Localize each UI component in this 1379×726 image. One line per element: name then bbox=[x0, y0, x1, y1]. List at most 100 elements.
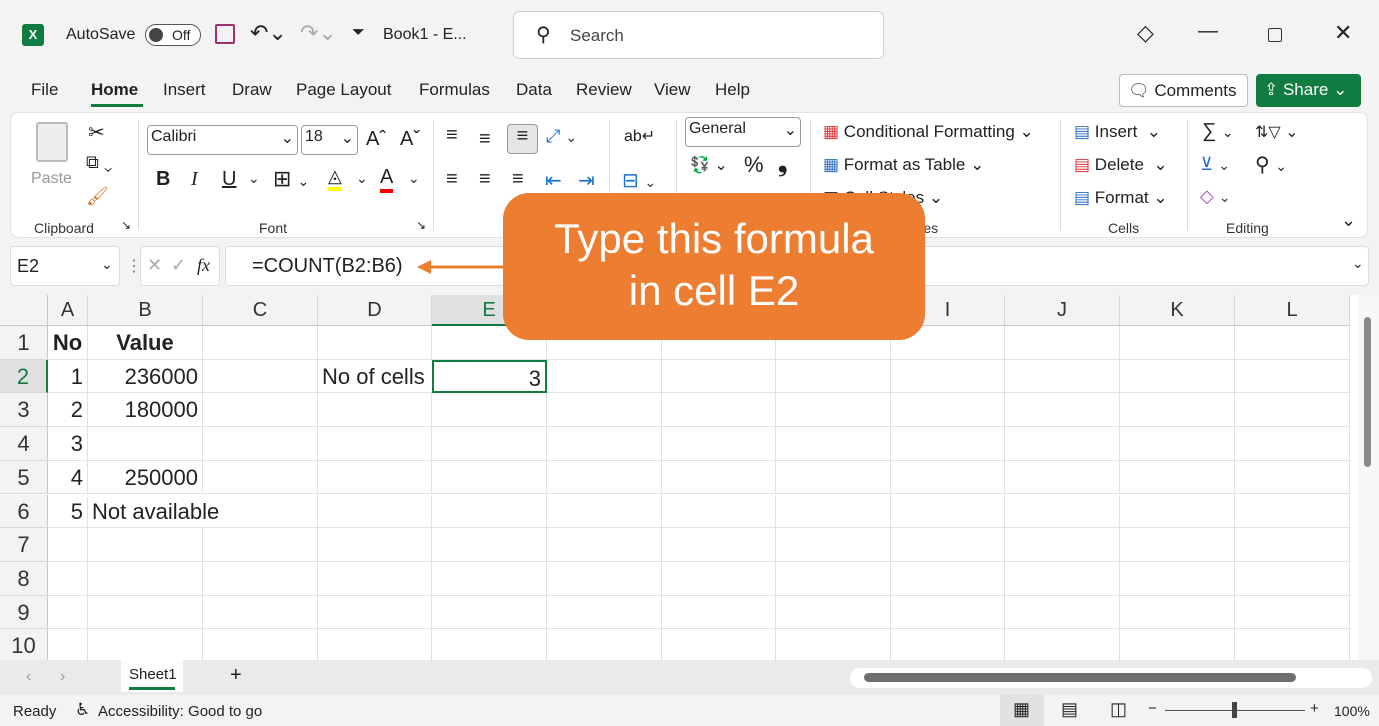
page-break-view-icon[interactable]: ◫ bbox=[1110, 699, 1127, 720]
cell-H7[interactable] bbox=[776, 528, 891, 562]
cell-L6[interactable] bbox=[1235, 494, 1350, 529]
row-header-5[interactable]: 5 bbox=[0, 460, 48, 495]
sheet-tab-sheet1[interactable]: Sheet1 bbox=[121, 660, 183, 692]
column-header-A[interactable]: A bbox=[48, 295, 88, 326]
collapse-ribbon-icon[interactable]: ⌄ bbox=[1341, 210, 1356, 231]
cell-C2[interactable] bbox=[203, 359, 318, 394]
share-button[interactable]: ⇪ Share ⌄ bbox=[1256, 74, 1361, 107]
cell-D5[interactable] bbox=[318, 460, 432, 495]
cell-L8[interactable] bbox=[1235, 561, 1350, 596]
underline-dropdown-icon[interactable]: ⌄ bbox=[248, 170, 260, 187]
column-header-D[interactable]: D bbox=[318, 295, 432, 326]
cell-D6[interactable] bbox=[318, 494, 432, 529]
cell-B10[interactable] bbox=[88, 629, 203, 660]
row-header-10[interactable]: 10 bbox=[0, 629, 48, 660]
tab-insert[interactable]: Insert bbox=[163, 80, 206, 100]
cell-L1[interactable] bbox=[1235, 326, 1350, 360]
cell-C10[interactable] bbox=[203, 629, 318, 660]
worksheet-grid[interactable]: ABCDEFGHIJKL1NoValue21236000No of cells3… bbox=[0, 295, 1358, 660]
cell-F6[interactable] bbox=[547, 494, 662, 529]
underline-button[interactable]: U bbox=[222, 168, 236, 191]
cell-D3[interactable] bbox=[318, 393, 432, 428]
row-header-7[interactable]: 7 bbox=[0, 528, 48, 562]
cell-E6[interactable] bbox=[432, 494, 547, 529]
cell-G2[interactable] bbox=[662, 359, 776, 394]
cell-F10[interactable] bbox=[547, 629, 662, 660]
cell-H5[interactable] bbox=[776, 460, 891, 495]
cell-H10[interactable] bbox=[776, 629, 891, 660]
cell-E8[interactable] bbox=[432, 561, 547, 596]
cut-icon[interactable]: ✂ bbox=[88, 120, 105, 145]
cell-A9[interactable] bbox=[48, 595, 88, 630]
diamond-icon[interactable]: ◇ bbox=[1137, 20, 1154, 46]
cell-C6[interactable] bbox=[203, 494, 318, 529]
cell-E2[interactable]: 3 bbox=[432, 359, 547, 394]
cell-K10[interactable] bbox=[1120, 629, 1235, 660]
cell-I9[interactable] bbox=[891, 595, 1005, 630]
cell-A10[interactable] bbox=[48, 629, 88, 660]
vertical-scrollbar[interactable] bbox=[1358, 295, 1379, 660]
zoom-out-button[interactable]: − bbox=[1148, 700, 1157, 717]
decrease-indent-icon[interactable]: ⇤ bbox=[545, 168, 562, 193]
cell-H3[interactable] bbox=[776, 393, 891, 428]
cell-D1[interactable] bbox=[318, 326, 432, 360]
cell-A5[interactable]: 4 bbox=[48, 460, 88, 495]
cell-E5[interactable] bbox=[432, 460, 547, 495]
borders-icon[interactable]: ⊞ ⌄ bbox=[273, 166, 309, 192]
zoom-slider-thumb[interactable] bbox=[1232, 702, 1237, 718]
cell-G5[interactable] bbox=[662, 460, 776, 495]
row-header-9[interactable]: 9 bbox=[0, 595, 48, 630]
cell-G8[interactable] bbox=[662, 561, 776, 596]
autosum-icon[interactable]: ∑ ⌄ bbox=[1202, 120, 1234, 143]
column-header-K[interactable]: K bbox=[1120, 295, 1235, 326]
insert-cells-button[interactable]: ▤ Insert ⌄ bbox=[1074, 122, 1161, 142]
cancel-icon[interactable]: ✕ bbox=[147, 255, 162, 276]
name-box-dropdown-icon[interactable]: ⌄ bbox=[101, 256, 113, 273]
cell-J6[interactable] bbox=[1005, 494, 1120, 529]
tab-home[interactable]: Home bbox=[91, 80, 138, 100]
close-icon[interactable]: ✕ bbox=[1334, 20, 1352, 46]
cell-A7[interactable] bbox=[48, 528, 88, 562]
cell-G9[interactable] bbox=[662, 595, 776, 630]
cell-L2[interactable] bbox=[1235, 359, 1350, 394]
column-header-B[interactable]: B bbox=[88, 295, 203, 326]
middle-align-icon[interactable]: ≡ bbox=[479, 128, 491, 151]
paste-icon[interactable] bbox=[36, 122, 68, 162]
clipboard-launcher-icon[interactable]: ↘ bbox=[121, 218, 131, 232]
cell-J4[interactable] bbox=[1005, 427, 1120, 461]
align-left-icon[interactable]: ≡ bbox=[446, 168, 458, 191]
row-header-4[interactable]: 4 bbox=[0, 427, 48, 461]
cell-L10[interactable] bbox=[1235, 629, 1350, 660]
top-align-icon[interactable]: ≡ bbox=[446, 124, 458, 147]
tab-file[interactable]: File bbox=[31, 80, 58, 100]
minimize-icon[interactable]: — bbox=[1198, 20, 1218, 43]
cell-I3[interactable] bbox=[891, 393, 1005, 428]
cell-C3[interactable] bbox=[203, 393, 318, 428]
accessibility-status[interactable]: Accessibility: Good to go bbox=[98, 703, 262, 720]
redo-icon[interactable]: ↷⌄ bbox=[300, 20, 337, 46]
cell-G7[interactable] bbox=[662, 528, 776, 562]
cell-J5[interactable] bbox=[1005, 460, 1120, 495]
select-all-button[interactable] bbox=[0, 295, 48, 326]
cell-G4[interactable] bbox=[662, 427, 776, 461]
cell-B9[interactable] bbox=[88, 595, 203, 630]
cell-F7[interactable] bbox=[547, 528, 662, 562]
cell-E7[interactable] bbox=[432, 528, 547, 562]
cell-F2[interactable] bbox=[547, 359, 662, 394]
clear-icon[interactable]: ◇ ⌄ bbox=[1200, 186, 1231, 207]
fill-icon[interactable]: ⊻ ⌄ bbox=[1200, 154, 1230, 175]
cell-H4[interactable] bbox=[776, 427, 891, 461]
bold-button[interactable]: B bbox=[156, 168, 170, 191]
cell-K2[interactable] bbox=[1120, 359, 1235, 394]
fill-color-dropdown-icon[interactable]: ⌄ bbox=[356, 170, 368, 187]
cell-L4[interactable] bbox=[1235, 427, 1350, 461]
font-size-select[interactable]: 18 ⌄ bbox=[301, 125, 358, 155]
cell-K9[interactable] bbox=[1120, 595, 1235, 630]
cell-K3[interactable] bbox=[1120, 393, 1235, 428]
cell-D10[interactable] bbox=[318, 629, 432, 660]
cell-B3[interactable]: 180000 bbox=[88, 393, 203, 428]
comments-button[interactable]: 🗨 Comments bbox=[1119, 74, 1248, 107]
accounting-format-icon[interactable]: 💱 ⌄ bbox=[690, 155, 728, 175]
cell-J9[interactable] bbox=[1005, 595, 1120, 630]
cell-A6[interactable]: 5 bbox=[48, 494, 88, 529]
